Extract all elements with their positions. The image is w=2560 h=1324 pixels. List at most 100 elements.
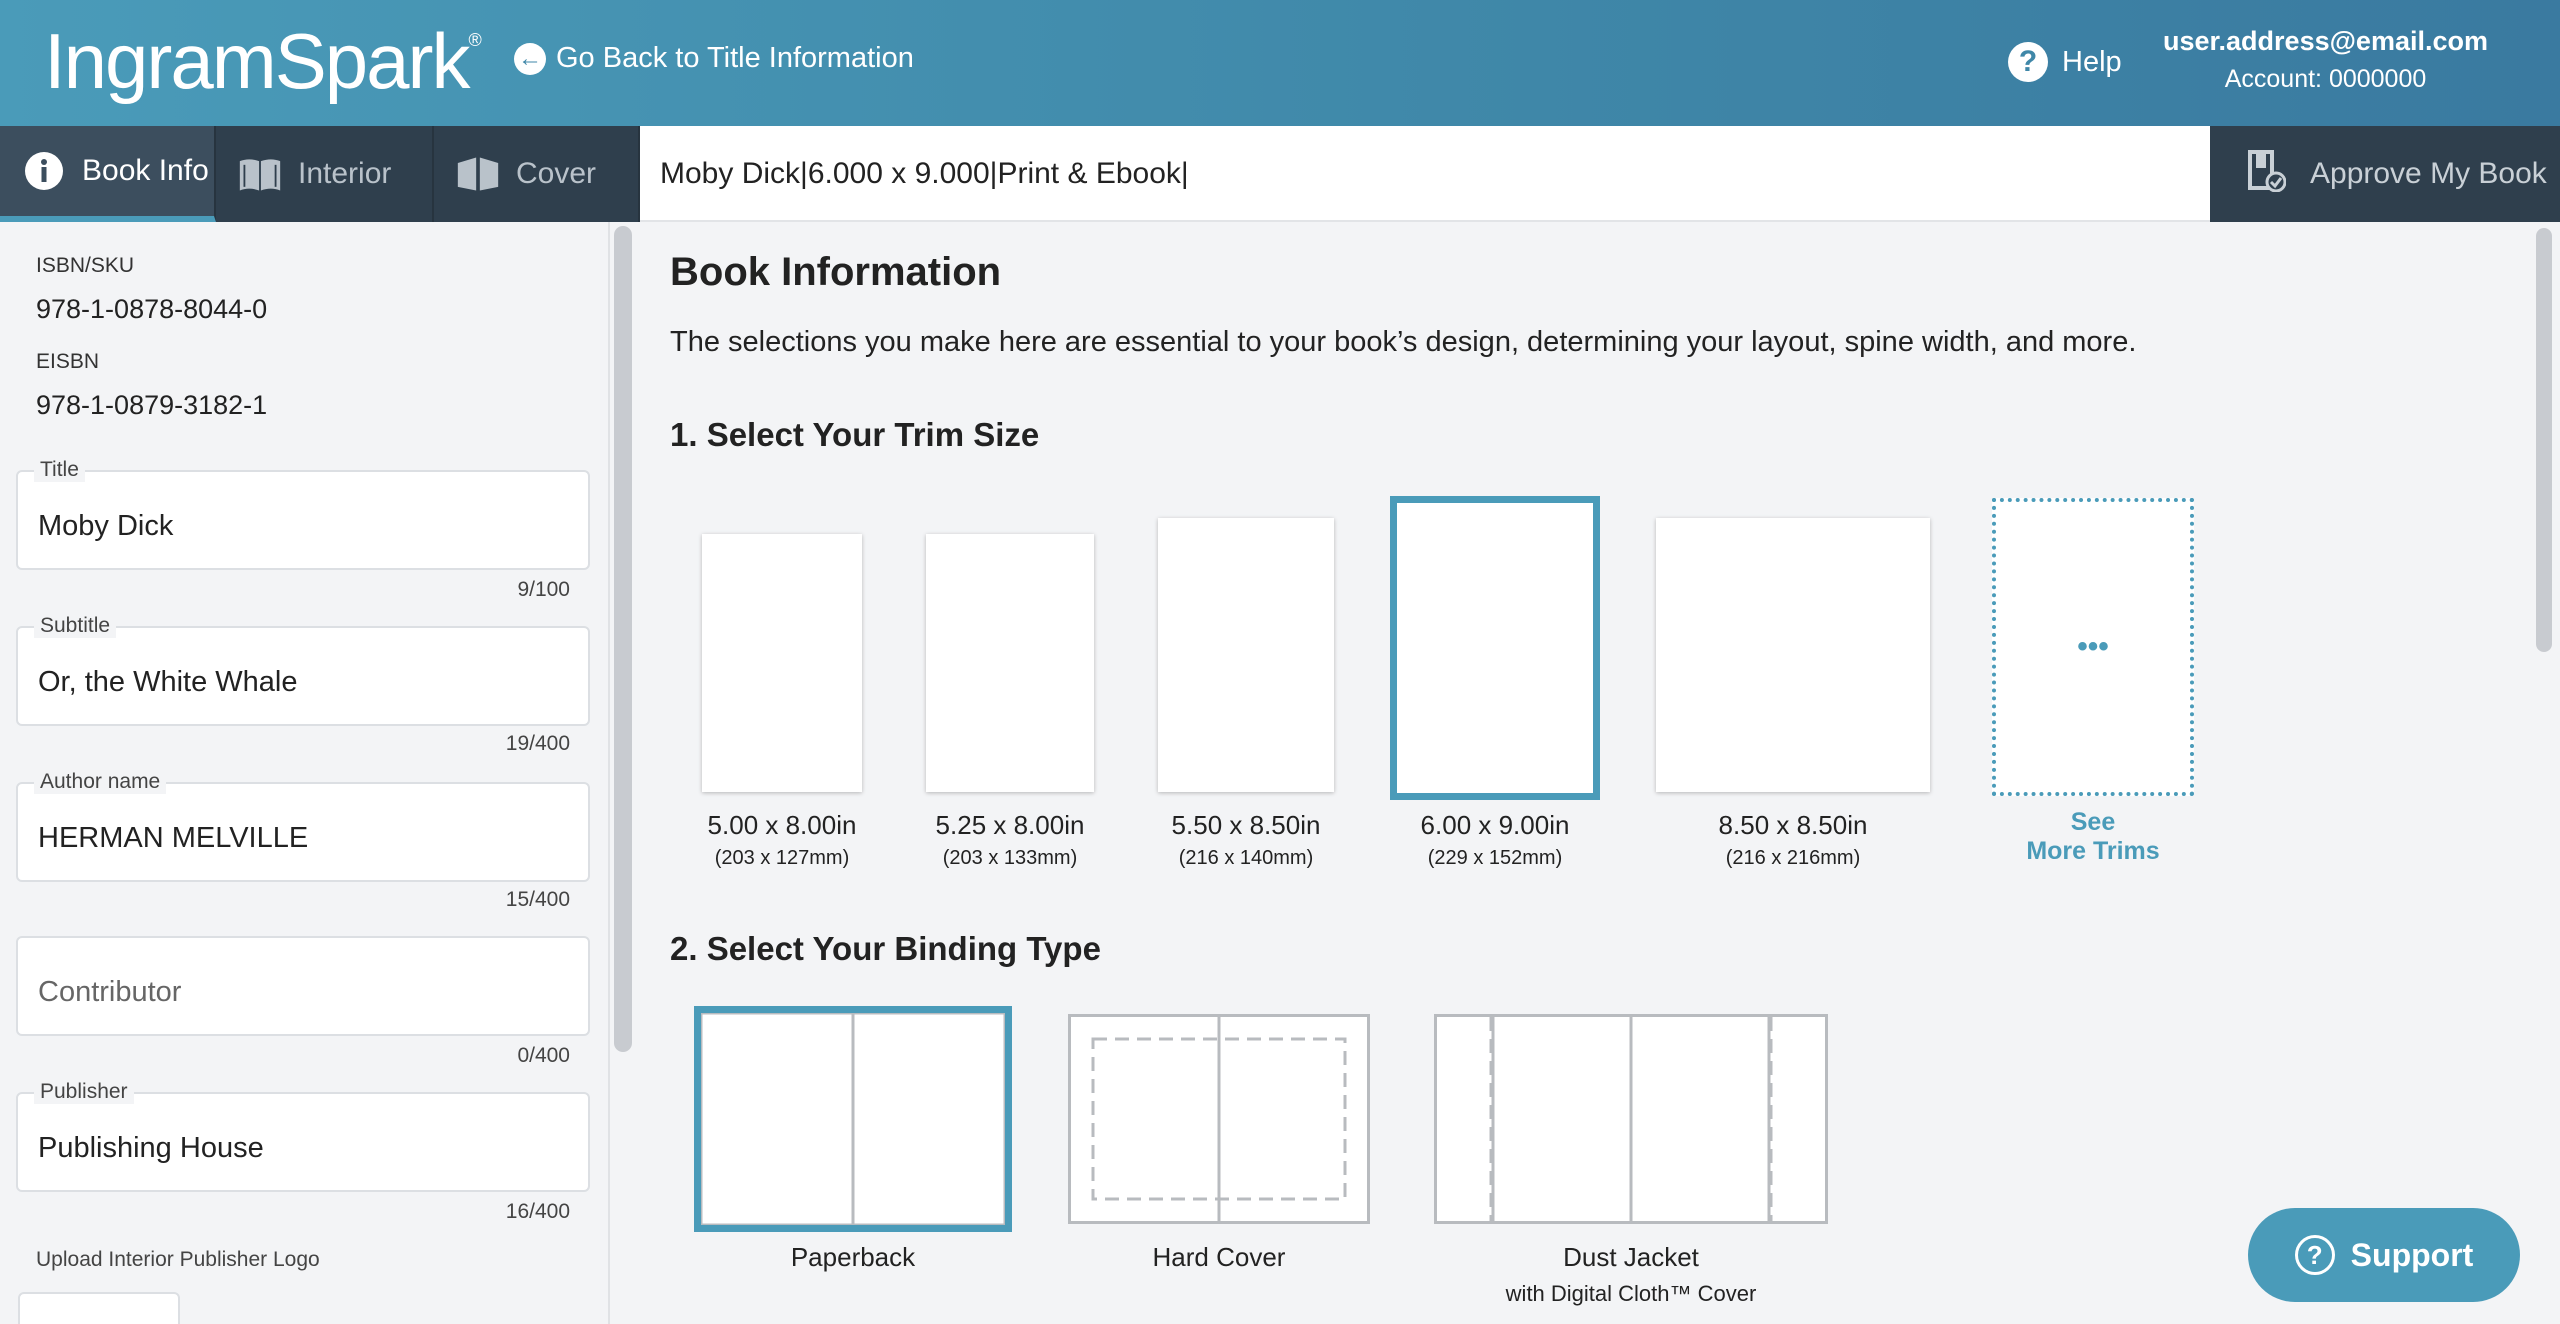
tab-cover[interactable]: Cover: [434, 126, 640, 222]
see-more-trims-link[interactable]: See More Trims: [1973, 808, 2213, 866]
tab-interior[interactable]: Interior: [216, 126, 434, 222]
publisher-field-label: Publisher: [34, 1080, 134, 1104]
summary-separator: |: [989, 157, 998, 190]
trim-inches: 5.50 x 8.50in: [1171, 810, 1321, 840]
open-book-icon: [238, 152, 282, 196]
book-info-sidebar: ISBN/SKU 978-1-0878-8044-0 EISBN 978-1-0…: [0, 222, 610, 1324]
title-field[interactable]: Title Moby Dick: [16, 458, 590, 570]
title-field-value: Moby Dick: [38, 510, 174, 542]
main-content: Book Information The selections you make…: [640, 222, 2530, 1324]
contributor-field[interactable]: Contributor: [16, 936, 590, 1036]
book-check-icon: [2246, 148, 2287, 200]
binding-label: Paperback: [790, 1242, 916, 1272]
author-field-value: HERMAN MELVILLE: [38, 822, 309, 854]
upload-logo-label: Upload Interior Publisher Logo: [36, 1248, 320, 1271]
tab-label: Book Info: [82, 154, 209, 187]
tab-book-info[interactable]: Book Info: [0, 126, 216, 222]
eisbn-value: 978-1-0879-3182-1: [36, 390, 268, 420]
binding-label: Hard Cover: [1152, 1242, 1286, 1272]
see-more-line1: See: [2070, 808, 2116, 836]
subtitle-field-value: Or, the White Whale: [38, 666, 298, 698]
main-scrollbar[interactable]: [2536, 228, 2552, 652]
user-email: user.address@email.com: [2163, 26, 2488, 56]
approve-my-book-button[interactable]: Approve My Book: [2210, 126, 2560, 222]
see-more-line2: More Trims: [2026, 837, 2160, 865]
info-icon: [22, 149, 66, 193]
upload-logo-button[interactable]: [18, 1292, 180, 1324]
summary-separator: |: [1180, 157, 1189, 190]
contributor-char-count: 0/400: [517, 1044, 570, 1067]
binding-caption: Dust Jacket with Digital Cloth™ Cover: [1434, 1242, 1828, 1307]
help-icon: ?: [2008, 42, 2048, 82]
subtitle-char-count: 19/400: [505, 732, 570, 755]
trim-mm: (216 x 216mm): [1725, 847, 1861, 869]
trim-inches: 5.00 x 8.00in: [707, 810, 857, 840]
trim-caption: 8.50 x 8.50in (216 x 216mm): [1663, 810, 1923, 870]
trim-mm: (203 x 133mm): [942, 847, 1078, 869]
trim-option-5-25x8[interactable]: [926, 534, 1094, 792]
binding-sublabel: with Digital Cloth™ Cover: [1505, 1281, 1757, 1306]
trim-caption: 5.50 x 8.50in (216 x 140mm): [1116, 810, 1376, 870]
trim-option-6x9[interactable]: [1390, 496, 1600, 800]
book-summary: Moby Dick | 6.000 x 9.000 | Print & Eboo…: [660, 126, 1189, 222]
author-field-label: Author name: [34, 770, 167, 794]
more-dots-icon: •••: [2077, 630, 2109, 663]
author-name-field[interactable]: Author name HERMAN MELVILLE: [16, 770, 590, 882]
trim-inches: 5.25 x 8.00in: [935, 810, 1085, 840]
summary-separator: |: [800, 157, 808, 190]
trim-caption: 5.00 x 8.00in (203 x 127mm): [652, 810, 912, 870]
summary-format: Print & Ebook: [997, 157, 1181, 190]
trim-option-5-5x8-5[interactable]: [1158, 518, 1334, 792]
support-label: Support: [2350, 1236, 2474, 1273]
subtitle-field-label: Subtitle: [34, 614, 117, 638]
trim-mm: (203 x 127mm): [714, 847, 850, 869]
go-back-link[interactable]: ← Go Back to Title Information: [514, 42, 914, 75]
isbn-label: ISBN/SKU: [36, 254, 135, 277]
support-button[interactable]: ? Support: [2248, 1208, 2520, 1302]
binding-option-dust-jacket[interactable]: [1434, 1014, 1828, 1224]
trim-caption: 5.25 x 8.00in (203 x 133mm): [880, 810, 1140, 870]
binding-caption: Hard Cover: [1068, 1242, 1370, 1273]
trim-size-heading: 1. Select Your Trim Size: [670, 416, 1040, 453]
trim-option-5x8[interactable]: [702, 534, 862, 792]
ingramspark-logo[interactable]: IngramSpark®: [44, 16, 482, 107]
sidebar-scrollbar[interactable]: [614, 226, 632, 1052]
trim-caption: 6.00 x 9.00in (229 x 152mm): [1365, 810, 1625, 870]
binding-option-hard-cover[interactable]: [1068, 1014, 1370, 1224]
app-header: IngramSpark® ← Go Back to Title Informat…: [0, 0, 2560, 126]
account-number: Account: 0000000: [2224, 65, 2427, 93]
dust-jacket-diagram: [1489, 1017, 1773, 1221]
trim-mm: (216 x 140mm): [1178, 847, 1314, 869]
tab-label: Cover: [516, 157, 597, 190]
publisher-field-value: Publishing House: [38, 1132, 264, 1164]
title-char-count: 9/100: [517, 578, 570, 601]
book-cover-icon: [456, 152, 500, 196]
see-more-trims-tile[interactable]: •••: [1992, 498, 2194, 796]
arrow-left-icon: ←: [514, 42, 546, 75]
summary-trim: 6.000 x 9.000: [807, 157, 990, 190]
isbn-value: 978-1-0878-8044-0: [36, 294, 268, 324]
binding-type-heading: 2. Select Your Binding Type: [670, 930, 1101, 967]
trim-mm: (229 x 152mm): [1427, 847, 1563, 869]
tab-label: Interior: [298, 157, 392, 190]
tab-bar: Book Info Interior Cover Moby Dick | 6.0…: [0, 126, 2560, 222]
page-title: Book Information: [670, 250, 1002, 294]
help-link[interactable]: ? Help: [2008, 42, 2122, 82]
author-char-count: 15/400: [505, 888, 570, 911]
account-menu[interactable]: user.address@email.com Account: 0000000: [2163, 26, 2488, 94]
publisher-char-count: 16/400: [505, 1200, 570, 1223]
approve-label: Approve My Book: [2310, 157, 2547, 190]
publisher-field[interactable]: Publisher Publishing House: [16, 1080, 590, 1192]
binding-caption: Paperback: [694, 1242, 1012, 1273]
hardcover-diagram: [1091, 1017, 1347, 1221]
title-field-label: Title: [34, 458, 85, 482]
paperback-diagram: [701, 1013, 1005, 1225]
subtitle-field[interactable]: Subtitle Or, the White Whale: [16, 614, 590, 726]
trim-inches: 6.00 x 9.00in: [1420, 810, 1570, 840]
contributor-placeholder: Contributor: [38, 976, 182, 1008]
tab-group: Book Info Interior Cover: [0, 126, 640, 222]
binding-option-paperback[interactable]: [694, 1006, 1012, 1232]
trim-option-8-5x8-5[interactable]: [1656, 518, 1930, 792]
binding-label: Dust Jacket: [1563, 1242, 1699, 1272]
eisbn-label: EISBN: [36, 350, 100, 373]
